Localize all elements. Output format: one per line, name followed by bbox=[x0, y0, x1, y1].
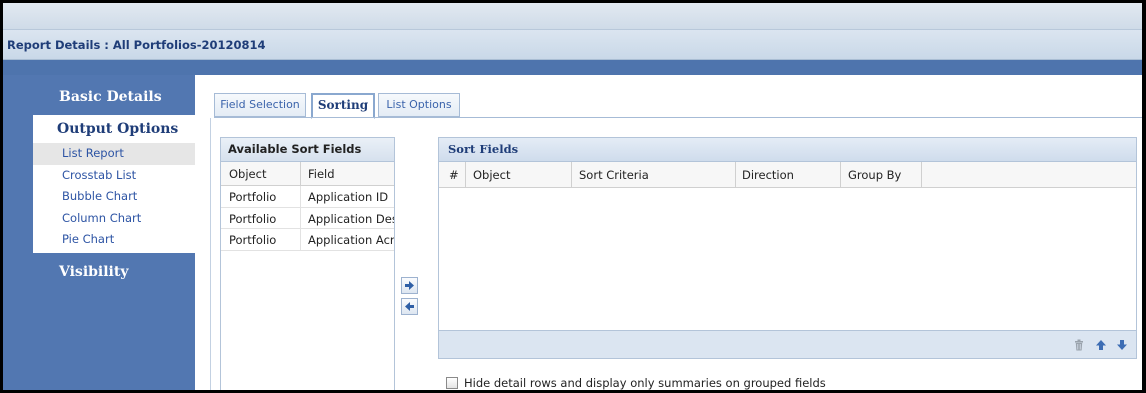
column-divider bbox=[300, 162, 301, 185]
output-options-list: List Report Crosstab List Bubble Chart C… bbox=[33, 143, 195, 251]
arrow-right-icon bbox=[405, 281, 414, 290]
column-divider bbox=[921, 162, 922, 187]
column-divider bbox=[300, 207, 301, 228]
column-header-number[interactable]: # bbox=[449, 168, 459, 182]
cell-object: Portfolio bbox=[229, 233, 277, 247]
available-sort-fields-grid: Available Sort Fields Object Field Portf… bbox=[220, 137, 395, 390]
sidebar-item-bubble-chart[interactable]: Bubble Chart bbox=[33, 186, 195, 208]
sort-fields-toolbar bbox=[439, 330, 1136, 358]
cell-object: Portfolio bbox=[229, 211, 277, 226]
move-right-button[interactable] bbox=[401, 277, 418, 294]
table-row[interactable]: Portfolio Application Desc bbox=[221, 207, 395, 229]
sidebar-item-crosstab-list[interactable]: Crosstab List bbox=[33, 165, 195, 187]
report-window: Report Details : All Portfolios-20120814… bbox=[0, 0, 1146, 393]
hide-detail-checkbox[interactable] bbox=[446, 377, 458, 389]
sort-fields-columns-header: # Object Sort Criteria Direction Group B… bbox=[439, 162, 1136, 188]
sidebar-item-column-chart[interactable]: Column Chart bbox=[33, 208, 195, 230]
sort-fields-title: Sort Fields bbox=[439, 138, 1136, 162]
report-title-bar: Report Details : All Portfolios-20120814 bbox=[3, 30, 1142, 60]
arrow-left-icon bbox=[405, 302, 414, 311]
column-header-sort-criteria[interactable]: Sort Criteria bbox=[579, 168, 649, 182]
sidebar-visibility[interactable]: Visibility bbox=[59, 264, 128, 280]
cell-field: Application Acro bbox=[308, 233, 395, 247]
column-divider bbox=[300, 229, 301, 250]
column-divider bbox=[735, 162, 736, 187]
table-row[interactable]: Portfolio Application Acro bbox=[221, 229, 394, 251]
column-divider bbox=[571, 162, 572, 187]
tab-field-selection[interactable]: Field Selection bbox=[214, 93, 306, 117]
column-header-direction[interactable]: Direction bbox=[742, 168, 794, 182]
tab-underline bbox=[214, 117, 1142, 118]
trash-icon[interactable] bbox=[1072, 338, 1086, 352]
sidebar: Basic Details Output Options List Report… bbox=[3, 75, 195, 390]
column-divider bbox=[840, 162, 841, 187]
column-divider bbox=[465, 162, 466, 187]
sidebar-output-options[interactable]: Output Options bbox=[57, 121, 178, 137]
arrow-up-icon[interactable] bbox=[1094, 338, 1108, 352]
report-title: Report Details : All Portfolios-20120814 bbox=[7, 38, 266, 52]
available-sort-fields-title: Available Sort Fields bbox=[221, 138, 394, 162]
table-row[interactable]: Portfolio Application ID bbox=[221, 186, 394, 208]
sort-fields-grid: Sort Fields # Object Sort Criteria Direc… bbox=[438, 137, 1137, 359]
sidebar-item-pie-chart[interactable]: Pie Chart bbox=[33, 229, 195, 251]
cell-field: Application Desc bbox=[308, 211, 395, 226]
output-options-panel: Output Options List Report Crosstab List… bbox=[33, 115, 195, 253]
top-band bbox=[3, 3, 1142, 30]
sidebar-basic-details[interactable]: Basic Details bbox=[59, 89, 162, 105]
column-header-object[interactable]: Object bbox=[473, 168, 510, 182]
column-header-group-by[interactable]: Group By bbox=[848, 168, 901, 182]
tab-list-options[interactable]: List Options bbox=[378, 93, 460, 117]
tab-sorting[interactable]: Sorting bbox=[311, 93, 375, 119]
arrow-down-icon[interactable] bbox=[1115, 338, 1129, 352]
hide-detail-label[interactable]: Hide detail rows and display only summar… bbox=[464, 376, 826, 390]
cell-object: Portfolio bbox=[229, 190, 277, 204]
column-header-field[interactable]: Field bbox=[308, 167, 335, 181]
cell-field: Application ID bbox=[308, 190, 389, 204]
sidebar-item-list-report[interactable]: List Report bbox=[33, 143, 195, 165]
header-divider bbox=[3, 60, 1142, 75]
available-columns-header: Object Field bbox=[221, 162, 394, 186]
column-divider bbox=[300, 186, 301, 207]
column-header-object[interactable]: Object bbox=[229, 167, 266, 181]
move-left-button[interactable] bbox=[401, 298, 418, 315]
